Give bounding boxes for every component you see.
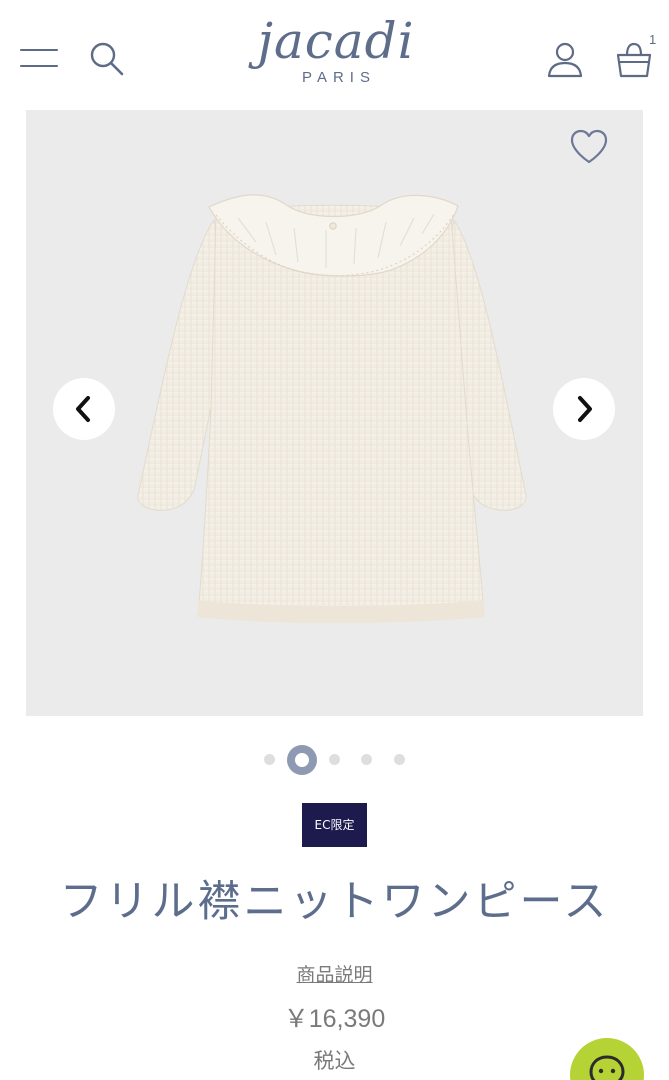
carousel-dot[interactable] bbox=[361, 754, 372, 765]
hamburger-menu-icon[interactable] bbox=[20, 46, 58, 70]
site-header: jacadi PARIS 1 bbox=[0, 0, 669, 108]
cart-count-badge: 1 bbox=[649, 32, 657, 47]
brand-logo[interactable]: jacadi PARIS bbox=[248, 12, 424, 92]
product-description-link[interactable]: 商品説明 bbox=[0, 962, 669, 988]
carousel-dot[interactable] bbox=[264, 754, 275, 765]
chevron-right-icon bbox=[578, 396, 592, 422]
brand-wordmark: jacadi bbox=[257, 12, 415, 70]
carousel-pagination bbox=[258, 745, 418, 775]
next-slide-button[interactable] bbox=[553, 378, 615, 440]
ec-limited-badge: EC限定 bbox=[302, 803, 367, 847]
brand-subtitle: PARIS bbox=[302, 69, 376, 86]
carousel-dot[interactable] bbox=[394, 754, 405, 765]
carousel-dot[interactable] bbox=[329, 754, 340, 765]
previous-slide-button[interactable] bbox=[53, 378, 115, 440]
user-icon[interactable] bbox=[544, 40, 586, 80]
product-image-carousel[interactable] bbox=[26, 110, 643, 716]
shopping-basket-icon[interactable] bbox=[614, 38, 654, 82]
chat-bubble-icon bbox=[589, 1055, 625, 1080]
product-title: フリル襟ニットワンピース bbox=[59, 877, 610, 927]
search-icon[interactable] bbox=[88, 40, 126, 78]
tax-note: 税込 bbox=[313, 1049, 356, 1073]
product-price: ￥16,390 bbox=[283, 1005, 386, 1033]
chevron-left-icon bbox=[76, 396, 90, 422]
carousel-dot-active[interactable] bbox=[287, 745, 317, 775]
heart-icon[interactable] bbox=[568, 128, 610, 166]
chat-button[interactable] bbox=[570, 1038, 644, 1080]
product-image bbox=[137, 194, 527, 623]
